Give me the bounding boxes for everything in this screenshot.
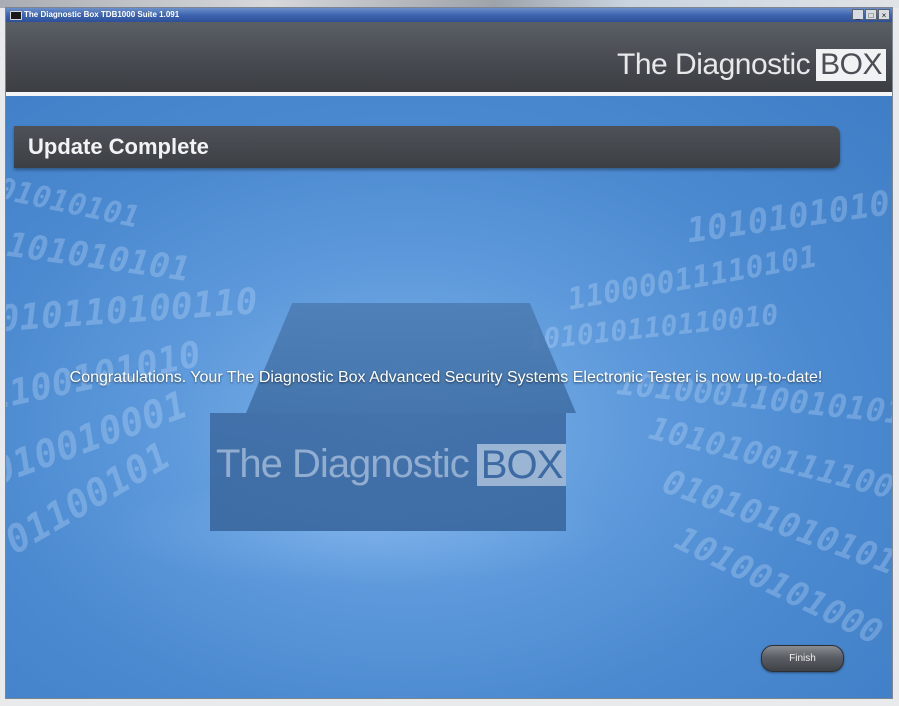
minimize-icon[interactable]: _	[852, 9, 864, 20]
device-logo-box: BOX	[476, 443, 567, 486]
main-content: 01010101 1101010101 0010110100110 110010…	[6, 96, 892, 698]
completion-message: Congratulations. Your The Diagnostic Box…	[69, 369, 823, 386]
close-icon[interactable]: ×	[878, 9, 890, 20]
maximize-icon[interactable]: □	[865, 9, 877, 20]
header-bar: The Diagnostic BOX	[6, 22, 892, 92]
brand-text: The Diagnostic	[617, 48, 811, 81]
binary-decoration: 0010110100110	[6, 281, 259, 342]
brand-logo: The Diagnostic BOX	[617, 48, 886, 82]
title-bar: The Diagnostic Box TDB1000 Suite 1.091 _…	[6, 8, 892, 22]
app-window: The Diagnostic Box TDB1000 Suite 1.091 _…	[6, 8, 892, 698]
device-logo-text: The Diagnostic	[216, 442, 470, 486]
binary-decoration: 01010101	[6, 171, 143, 236]
desktop-background	[0, 0, 899, 8]
app-icon	[10, 11, 22, 20]
device-illustration-top	[246, 303, 576, 413]
finish-button[interactable]: Finish	[761, 645, 844, 672]
page-title: Update Complete	[28, 134, 209, 159]
device-logo: The Diagnostic BOX	[216, 442, 567, 487]
binary-decoration: 10101010101	[684, 180, 892, 252]
binary-decoration: 1101010101	[6, 221, 193, 291]
page-title-band: Update Complete	[14, 126, 840, 168]
brand-box: BOX	[816, 49, 886, 81]
binary-decoration: 101010110110010	[524, 297, 780, 358]
window-controls: _ □ ×	[852, 9, 890, 21]
window-title: The Diagnostic Box TDB1000 Suite 1.091	[24, 10, 180, 19]
